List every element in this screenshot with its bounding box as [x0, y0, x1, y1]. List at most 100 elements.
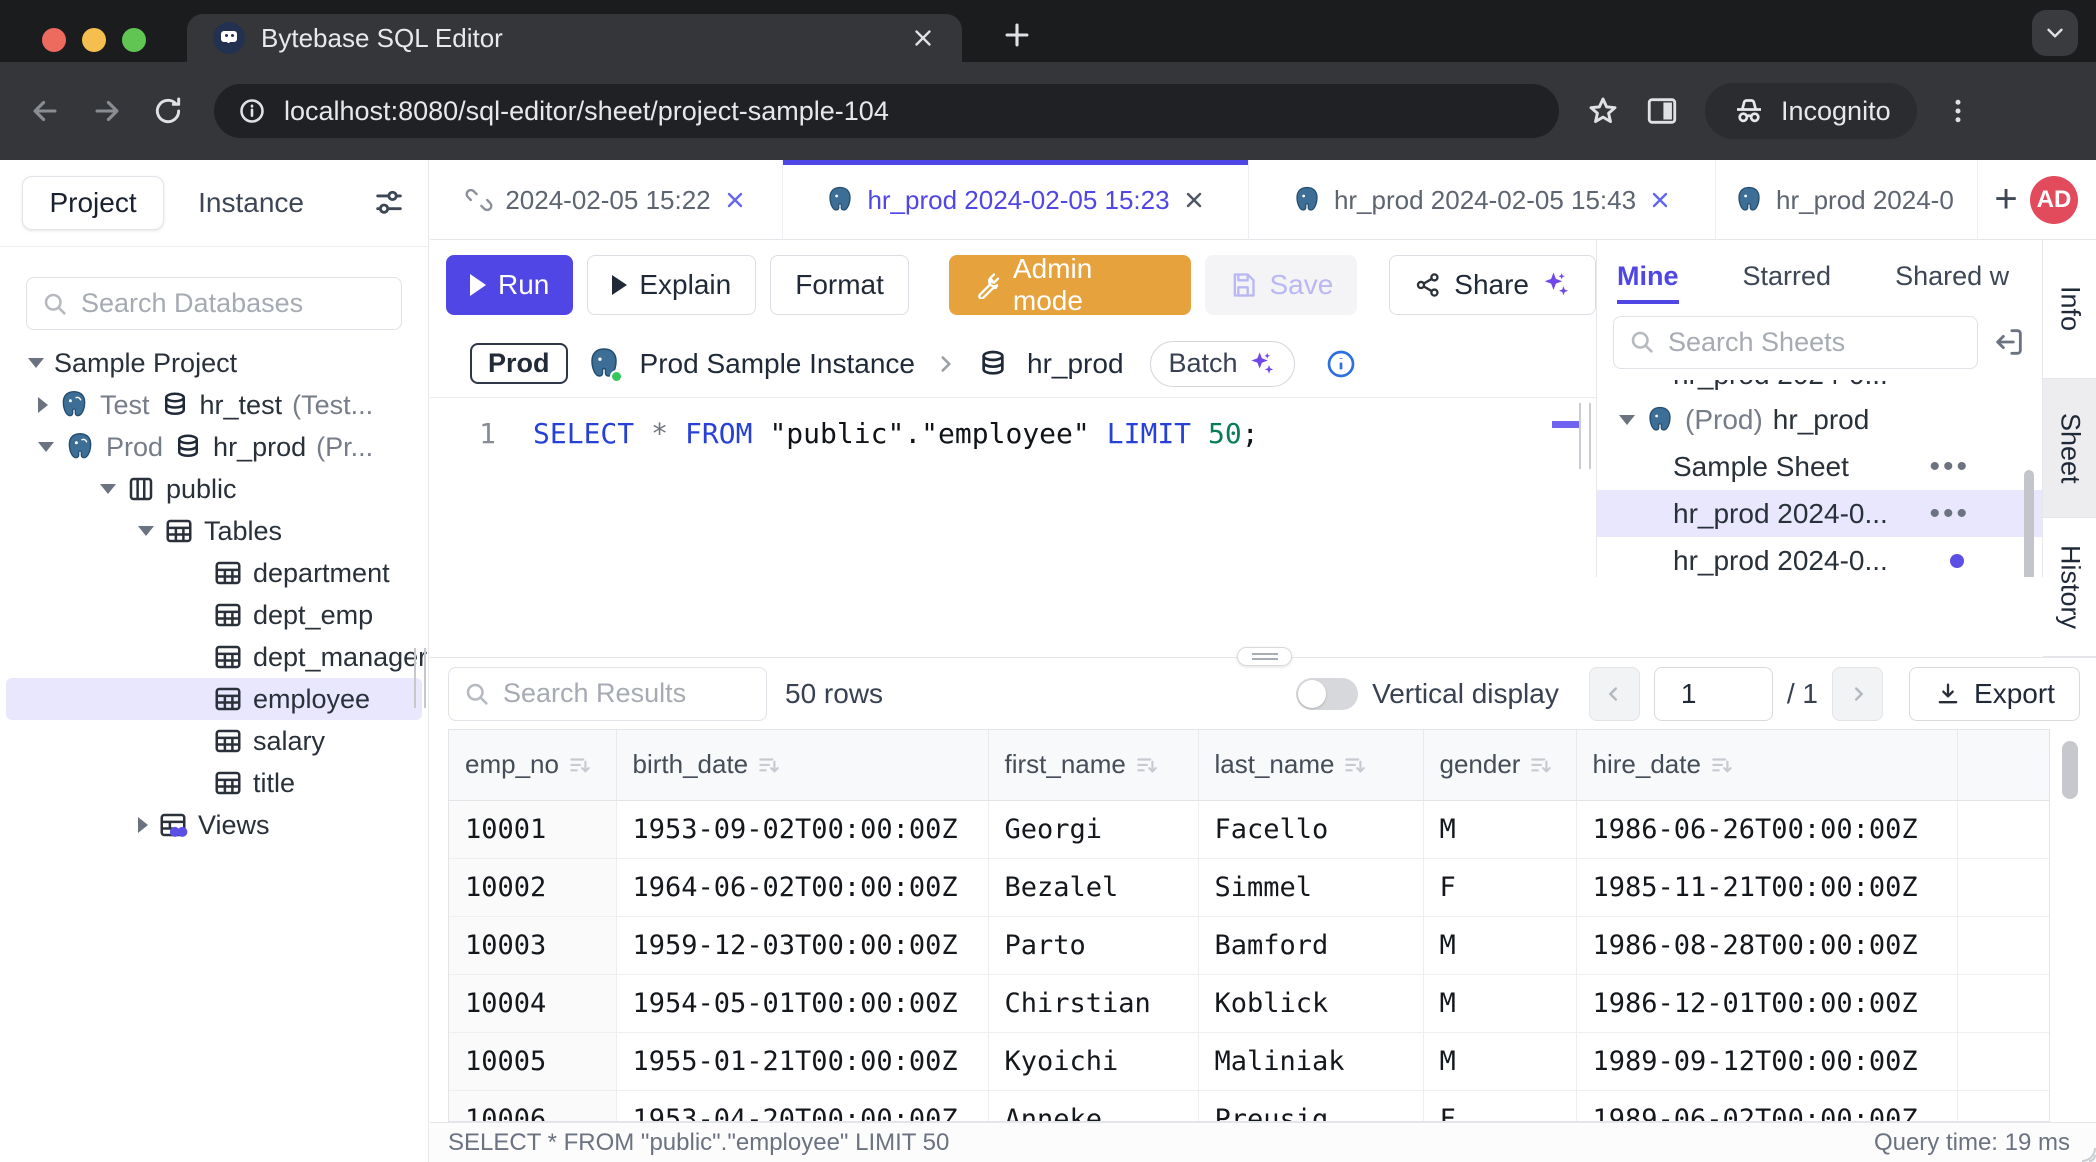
side-panel-icon[interactable] [1645, 94, 1679, 128]
tree-project-row[interactable]: Sample Project [0, 342, 428, 384]
caret-down-icon[interactable] [38, 442, 54, 452]
sheet-tab-4[interactable]: hr_prod 2024-0 [1716, 160, 1978, 240]
caret-down-icon[interactable] [100, 484, 116, 494]
collapse-panel-icon[interactable] [1992, 325, 2026, 359]
sheet-tab-1[interactable]: 2024-02-05 15:22 [430, 160, 783, 240]
tab-instance[interactable]: Instance [198, 187, 304, 219]
format-button[interactable]: Format [770, 255, 909, 315]
caret-down-icon[interactable] [138, 526, 154, 536]
executed-query-text: SELECT * FROM "public"."employee" LIMIT … [448, 1129, 949, 1157]
site-info-icon[interactable] [238, 97, 266, 125]
tree-test-db-row[interactable]: Test hr_test (Test... [0, 384, 428, 426]
save-button[interactable]: Save [1205, 255, 1357, 315]
bookmark-star-icon[interactable] [1587, 95, 1619, 127]
tree-table-employee-selected[interactable]: employee [6, 678, 422, 720]
close-tab-icon[interactable] [910, 25, 936, 51]
panel-resize-handle[interactable] [1579, 403, 1591, 469]
tree-table-dept-manager[interactable]: dept_manager [0, 636, 428, 678]
sidebar-resize-handle[interactable] [414, 648, 426, 708]
info-icon[interactable] [1325, 348, 1357, 380]
tab-sheet[interactable]: Sheet [2043, 379, 2096, 518]
sheet-list-scrollbar[interactable] [2024, 470, 2034, 577]
caret-right-icon[interactable] [38, 397, 48, 413]
sheet-item[interactable]: hr_prod 2024-0... [1597, 537, 2042, 577]
batch-button[interactable]: Batch [1150, 341, 1295, 387]
column-header-gender[interactable]: gender [1423, 730, 1576, 800]
tree-table-title[interactable]: title [0, 762, 428, 804]
sheet-tab-2-active[interactable]: hr_prod 2024-02-05 15:23 [783, 160, 1249, 240]
sheet-search-input[interactable] [1668, 327, 1963, 358]
window-controls[interactable] [42, 28, 146, 52]
minimize-window-button[interactable] [82, 28, 106, 52]
tab-info[interactable]: Info [2043, 240, 2096, 379]
run-button[interactable]: Run [446, 255, 573, 315]
tree-prod-db-row[interactable]: Prod hr_prod (Pr... [0, 426, 428, 468]
tab-project[interactable]: Project [22, 176, 164, 230]
prev-page-button[interactable] [1589, 667, 1640, 721]
explain-button[interactable]: Explain [587, 255, 756, 315]
url-bar[interactable]: localhost:8080/sql-editor/sheet/project-… [214, 84, 1559, 138]
database-search-input[interactable] [81, 288, 387, 319]
tab-starred[interactable]: Starred [1743, 261, 1832, 304]
column-header-emp_no[interactable]: emp_no [449, 730, 616, 800]
tree-views-row[interactable]: Views [0, 804, 428, 846]
sql-keyword: LIMIT [1107, 417, 1191, 450]
results-scrollbar[interactable] [2062, 741, 2078, 799]
cell: 10001 [449, 800, 616, 858]
tree-table-salary[interactable]: salary [0, 720, 428, 762]
database-name[interactable]: hr_prod [1027, 348, 1124, 380]
table-row: 100021964-06-02T00:00:00ZBezalelSimmelF1… [449, 858, 2050, 916]
sheet-search[interactable] [1613, 316, 1978, 369]
sheet-item-clipped[interactable]: hr_prod 2024-0... [1597, 380, 2042, 396]
reload-button[interactable] [152, 95, 184, 127]
results-search[interactable] [448, 667, 767, 721]
tree-table-dept-emp[interactable]: dept_emp [0, 594, 428, 636]
new-tab-button[interactable] [1000, 18, 1034, 52]
column-header-birth_date[interactable]: birth_date [616, 730, 988, 800]
browser-tab[interactable]: Bytebase SQL Editor [187, 14, 962, 62]
tree-table-department[interactable]: department [0, 552, 428, 594]
caret-right-icon[interactable] [138, 817, 148, 833]
tree-tables-row[interactable]: Tables [0, 510, 428, 552]
database-search[interactable] [26, 277, 402, 330]
window-resize-grip[interactable] [2074, 1140, 2096, 1162]
sql-editor[interactable]: 1 SELECT*FROM"public"."employee"LIMIT50; [430, 399, 1596, 577]
tab-history[interactable]: History [2043, 518, 2096, 657]
browser-menu-icon[interactable] [1943, 96, 1973, 126]
close-icon[interactable] [1648, 188, 1672, 212]
caret-down-icon[interactable] [1619, 415, 1635, 425]
column-header-last_name[interactable]: last_name [1198, 730, 1423, 800]
table-name: dept_emp [253, 600, 373, 631]
tree-schema-row[interactable]: public [0, 468, 428, 510]
filter-settings-icon[interactable] [372, 186, 406, 220]
column-header-empty [1957, 730, 2050, 800]
tab-search-button[interactable] [2032, 10, 2078, 56]
column-header-hire_date[interactable]: hire_date [1576, 730, 1957, 800]
forward-button[interactable] [90, 94, 124, 128]
close-icon[interactable] [723, 188, 747, 212]
next-page-button[interactable] [1832, 667, 1883, 721]
instance-name[interactable]: Prod Sample Instance [640, 348, 916, 380]
maximize-window-button[interactable] [122, 28, 146, 52]
new-sheet-button[interactable]: + [1978, 160, 2034, 239]
user-avatar[interactable]: AD [2030, 176, 2078, 224]
close-icon[interactable] [1182, 188, 1206, 212]
sheet-tab-3[interactable]: hr_prod 2024-02-05 15:43 [1249, 160, 1716, 240]
cell: F [1423, 1090, 1576, 1122]
column-header-first_name[interactable]: first_name [988, 730, 1198, 800]
export-button[interactable]: Export [1909, 667, 2080, 721]
tab-mine[interactable]: Mine [1617, 261, 1679, 304]
sheet-group-row[interactable]: (Prod) hr_prod [1597, 396, 2042, 443]
panel-drag-handle[interactable] [1237, 647, 1292, 666]
share-button[interactable]: Share [1389, 255, 1596, 315]
back-button[interactable] [28, 94, 62, 128]
caret-down-icon[interactable] [28, 358, 44, 368]
sheet-item-selected[interactable]: hr_prod 2024-0... ••• [1597, 490, 2042, 537]
sheet-item[interactable]: Sample Sheet ••• [1597, 443, 2042, 490]
vertical-display-toggle[interactable] [1296, 678, 1358, 710]
admin-mode-button[interactable]: Admin mode [949, 255, 1192, 315]
close-window-button[interactable] [42, 28, 66, 52]
results-search-input[interactable] [503, 678, 752, 709]
tab-shared[interactable]: Shared w [1895, 261, 2009, 304]
page-number-input[interactable] [1654, 667, 1773, 721]
